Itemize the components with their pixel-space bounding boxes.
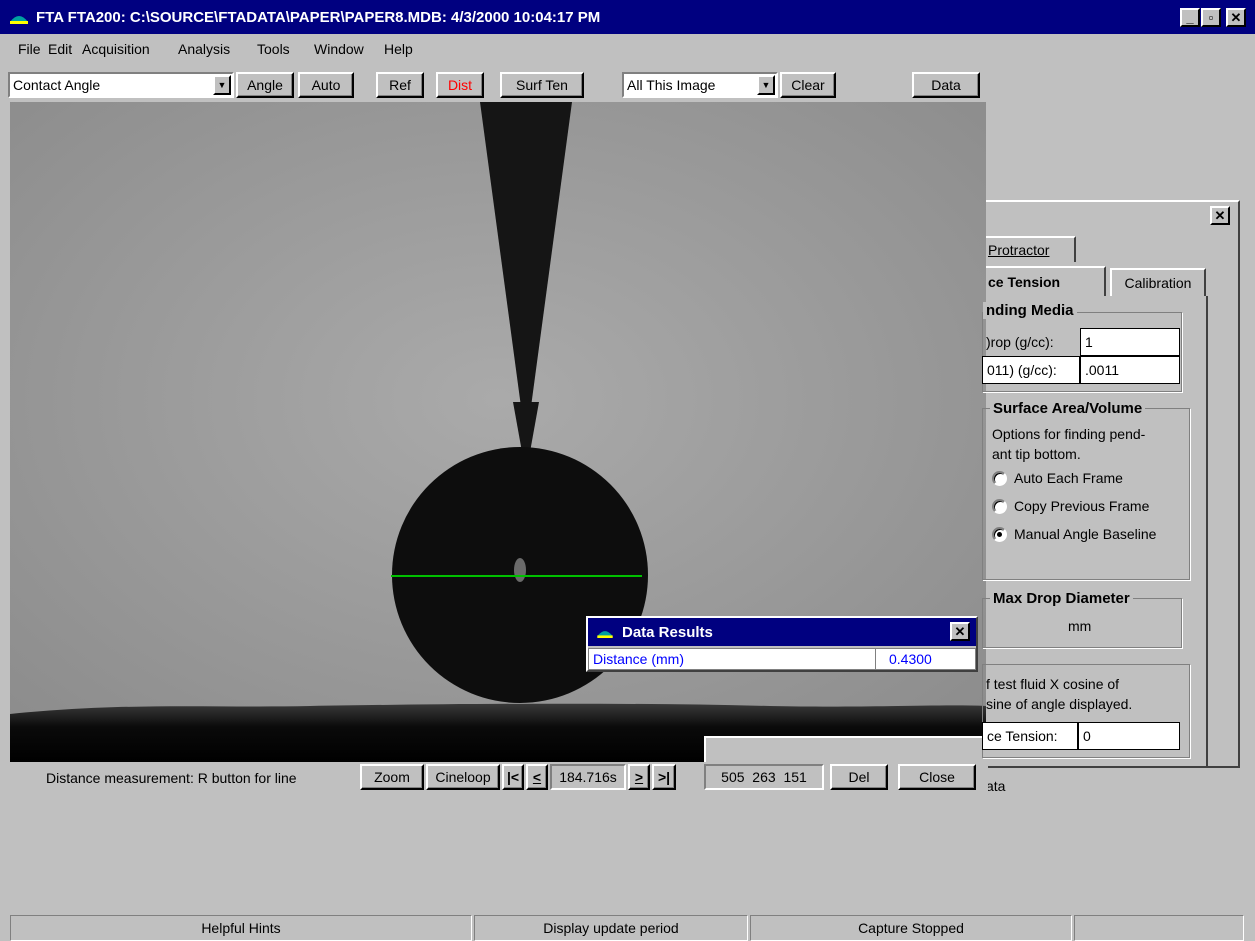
copy-previous-frame-label: Copy Previous Frame bbox=[1014, 498, 1150, 514]
max-drop-group-title: Max Drop Diameter bbox=[990, 590, 1133, 607]
status-display-update: Display update period bbox=[474, 915, 748, 941]
drop-density-label: )rop (g/cc): bbox=[986, 334, 1054, 350]
app-icon bbox=[597, 631, 613, 638]
dist-button[interactable]: Dist bbox=[436, 72, 484, 98]
media-density-label-cell: 011) (g/cc): bbox=[982, 356, 1080, 384]
media-density-input[interactable]: .0011 bbox=[1080, 356, 1180, 384]
app-icon[interactable] bbox=[8, 10, 30, 24]
last-frame-button[interactable]: >| bbox=[652, 764, 676, 790]
minimize-button[interactable]: _ bbox=[1180, 8, 1200, 27]
radio-manual-angle-baseline[interactable] bbox=[992, 527, 1007, 542]
radio-copy-previous-frame[interactable] bbox=[992, 499, 1007, 514]
cursor-readout: 505 263 151 bbox=[704, 764, 824, 790]
window-title: FTA FTA200: C:\SOURCE\FTADATA\PAPER\PAPE… bbox=[36, 8, 601, 26]
cosine-text-line-1: f test fluid X cosine of bbox=[986, 676, 1120, 692]
close-button[interactable]: Close bbox=[898, 764, 976, 790]
title-bar: FTA FTA200: C:\SOURCE\FTADATA\PAPER\PAPE… bbox=[0, 0, 1255, 34]
menu-tools[interactable]: Tools bbox=[257, 41, 290, 57]
tab-calibration[interactable]: Calibration bbox=[1110, 268, 1206, 296]
frame-time: 184.716s bbox=[550, 764, 626, 790]
auto-each-frame-label: Auto Each Frame bbox=[1014, 470, 1123, 486]
menu-edit[interactable]: Edit bbox=[48, 41, 72, 57]
sav-group-title: Surface Area/Volume bbox=[990, 400, 1146, 417]
zoom-button[interactable]: Zoom bbox=[360, 764, 424, 790]
drop-density-input[interactable]: 1 bbox=[1080, 328, 1180, 356]
data-results-close-button[interactable]: ✕ bbox=[950, 622, 970, 641]
first-frame-button[interactable]: |< bbox=[502, 764, 524, 790]
status-bar: Helpful Hints Display update period Capt… bbox=[8, 913, 1248, 941]
close-window-button[interactable]: ✕ bbox=[1226, 8, 1246, 27]
ref-button[interactable]: Ref bbox=[376, 72, 424, 98]
scope-select[interactable]: All This Image ▼ bbox=[622, 72, 778, 98]
cosine-text-line-2: sine of angle displayed. bbox=[986, 696, 1133, 712]
menu-window[interactable]: Window bbox=[314, 41, 364, 57]
distance-label: Distance (mm) bbox=[593, 651, 685, 667]
cineloop-button[interactable]: Cineloop bbox=[426, 764, 500, 790]
radio-auto-each-frame[interactable] bbox=[992, 471, 1007, 486]
sav-description: Options for finding pend- ant tip bottom… bbox=[992, 426, 1146, 462]
status-empty bbox=[1074, 915, 1244, 941]
prev-frame-button[interactable]: < bbox=[526, 764, 548, 790]
dropdown-arrow-icon[interactable]: ▼ bbox=[213, 75, 231, 95]
tension-label-cell: ce Tension: bbox=[982, 722, 1078, 750]
tab-protractor[interactable]: Protractor bbox=[986, 236, 1076, 262]
manual-angle-baseline-label: Manual Angle Baseline bbox=[1014, 526, 1157, 542]
auto-button[interactable]: Auto bbox=[298, 72, 354, 98]
menu-file[interactable]: File bbox=[18, 41, 41, 57]
menu-help[interactable]: Help bbox=[384, 41, 413, 57]
menu-analysis[interactable]: Analysis bbox=[178, 41, 230, 57]
panel-close-button[interactable]: ✕ bbox=[1210, 206, 1230, 225]
next-frame-button[interactable]: > bbox=[628, 764, 650, 790]
table-row: Distance (mm) 0.4300 bbox=[588, 648, 976, 670]
hint-text: Distance measurement: R button for line bbox=[46, 770, 297, 786]
status-helpful-hints: Helpful Hints bbox=[10, 915, 472, 941]
max-drop-unit: mm bbox=[1068, 618, 1092, 634]
delete-button[interactable]: Del bbox=[830, 764, 888, 790]
clear-button[interactable]: Clear bbox=[780, 72, 836, 98]
toolbar: Contact Angle ▼ Angle Auto Ref Dist Surf… bbox=[8, 70, 988, 102]
surf-ten-button[interactable]: Surf Ten bbox=[500, 72, 584, 98]
mode-select[interactable]: Contact Angle ▼ bbox=[8, 72, 234, 98]
settings-panel: ✕ ata Protractor ce Tension Calibration … bbox=[704, 200, 1240, 794]
data-results-title: Data Results bbox=[622, 623, 713, 641]
tab-surface-tension[interactable]: ce Tension bbox=[986, 266, 1106, 296]
menu-acquisition[interactable]: Acquisition bbox=[82, 41, 150, 57]
angle-button[interactable]: Angle bbox=[236, 72, 294, 98]
data-results-window: Data Results ✕ Distance (mm) 0.4300 bbox=[586, 616, 978, 672]
distance-value: 0.4300 bbox=[889, 651, 932, 667]
menu-bar: File Edit Acquisition Analysis Tools Win… bbox=[0, 34, 1255, 66]
maximize-button[interactable]: ▫ bbox=[1201, 8, 1221, 27]
media-group-title: nding Media bbox=[983, 302, 1077, 319]
dropdown-arrow-icon[interactable]: ▼ bbox=[757, 75, 775, 95]
playback-bar: Distance measurement: R button for line … bbox=[10, 762, 988, 794]
status-capture: Capture Stopped bbox=[750, 915, 1072, 941]
data-results-title-bar: Data Results bbox=[588, 618, 976, 646]
background-window-label: ata bbox=[986, 778, 1006, 794]
data-button[interactable]: Data bbox=[912, 72, 980, 98]
surface-tension-input[interactable]: 0 bbox=[1078, 722, 1180, 750]
